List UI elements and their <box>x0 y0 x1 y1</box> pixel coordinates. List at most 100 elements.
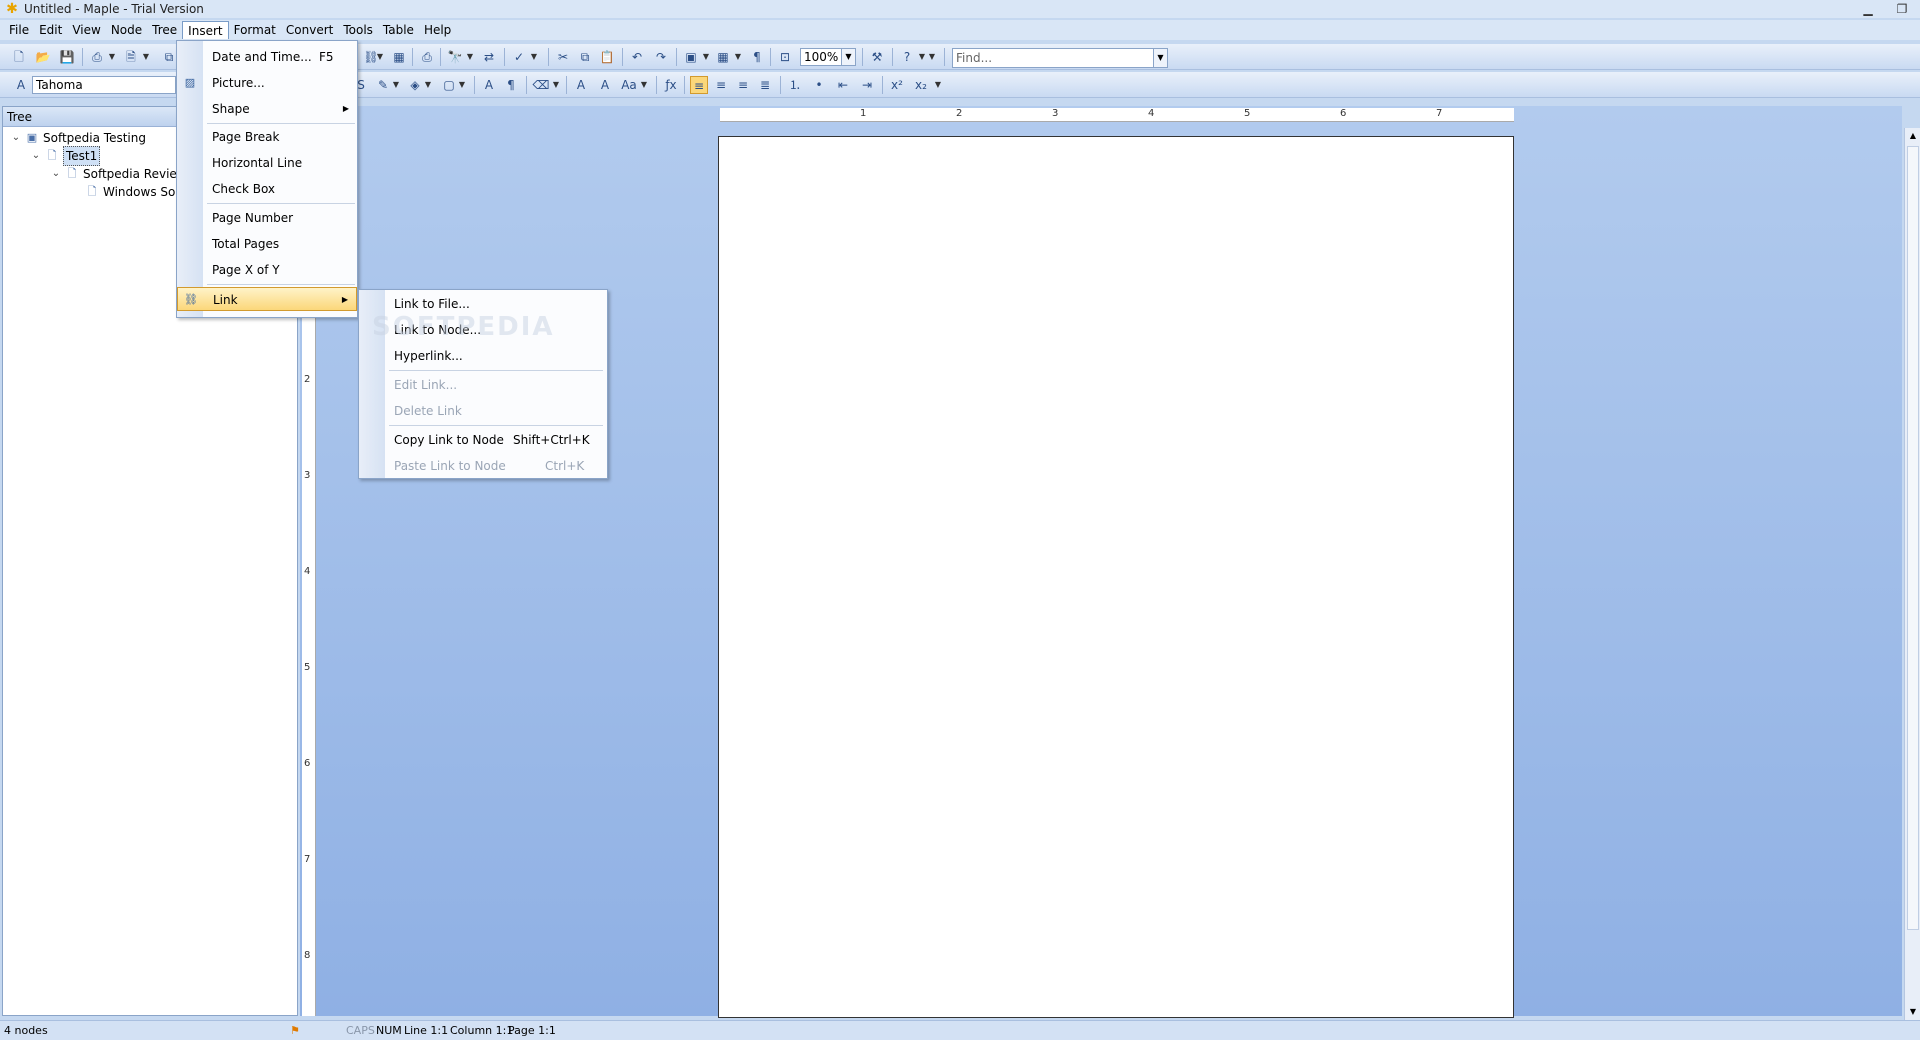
increase-indent-icon[interactable]: ⇥ <box>858 76 876 94</box>
save-icon[interactable]: 💾 <box>58 48 76 66</box>
new-document-icon[interactable]: 🗋 <box>10 48 28 66</box>
font-name-select[interactable]: Tahoma <box>32 76 176 94</box>
menu-item-shape[interactable]: Shape ▶ <box>177 97 357 121</box>
clear-format-icon[interactable]: ⌫ <box>532 76 550 94</box>
spellcheck-icon[interactable]: ✓ <box>510 48 528 66</box>
tree-node[interactable]: ⌄ 🗋 Softpedia Revie <box>49 165 177 183</box>
superscript-icon[interactable]: x² <box>888 76 906 94</box>
link-dropdown-icon[interactable]: ▼ <box>376 48 384 66</box>
menu-item-page-break[interactable]: Page Break <box>177 125 357 149</box>
align-right-icon[interactable]: ≡ <box>734 76 752 94</box>
zoom-icon[interactable]: ⊡ <box>776 48 794 66</box>
help-dropdown-icon[interactable]: ▼ <box>918 48 926 66</box>
tree-node[interactable]: ⌄ ▣ Softpedia Testing <box>9 129 146 147</box>
insert-table-icon[interactable]: ▦ <box>714 48 732 66</box>
function-icon[interactable]: ƒx <box>662 76 680 94</box>
zoom-dropdown-icon[interactable]: ▼ <box>842 48 856 66</box>
menu-help[interactable]: Help <box>419 21 456 39</box>
tools-icon[interactable]: ⚒ <box>868 48 886 66</box>
find-input-dropdown-icon[interactable]: ▼ <box>1154 48 1168 68</box>
menu-edit[interactable]: Edit <box>34 21 67 39</box>
decrease-indent-icon[interactable]: ⇤ <box>834 76 852 94</box>
find-input[interactable]: Find... <box>952 48 1154 68</box>
horizontal-ruler[interactable]: 1 2 3 4 5 6 7 <box>720 108 1514 122</box>
font-style-icon[interactable]: A <box>12 76 30 94</box>
menu-item-edit-link[interactable]: Edit Link... <box>359 372 607 398</box>
minimize-icon[interactable]: ▁ <box>1858 0 1878 18</box>
copy-icon[interactable]: ⧉ <box>576 48 594 66</box>
font-italic-a-icon[interactable]: A <box>480 76 498 94</box>
menu-tree[interactable]: Tree <box>147 21 182 39</box>
tree-node[interactable]: 🗋 Windows So <box>69 183 176 201</box>
menu-table[interactable]: Table <box>378 21 419 39</box>
borders-icon[interactable]: ▢ <box>440 76 458 94</box>
menu-item-delete-link[interactable]: Delete Link <box>359 398 607 424</box>
scrollbar-thumb[interactable] <box>1907 146 1919 930</box>
find-binoculars-icon[interactable]: 🔭 <box>446 48 464 66</box>
insert-object-dropdown-icon[interactable]: ▼ <box>702 48 710 66</box>
scroll-up-icon[interactable]: ▲ <box>1905 128 1920 144</box>
paste-icon[interactable]: 📋 <box>598 48 616 66</box>
print-icon[interactable]: ⎙ <box>88 48 106 66</box>
menu-convert[interactable]: Convert <box>281 21 338 39</box>
find-dropdown-icon[interactable]: ▼ <box>466 48 474 66</box>
open-folder-icon[interactable]: 📂 <box>34 48 52 66</box>
vertical-scrollbar[interactable]: ▲ ▼ <box>1904 128 1920 1020</box>
collapse-icon[interactable]: ⌄ <box>49 165 63 183</box>
align-left-icon[interactable]: ≡ <box>690 76 708 94</box>
menu-node[interactable]: Node <box>106 21 147 39</box>
menu-item-link[interactable]: ⛓ Link ▶ <box>177 287 357 311</box>
menu-item-page-number[interactable]: Page Number <box>177 206 357 230</box>
paragraph-mark-icon[interactable]: ¶ <box>502 76 520 94</box>
menu-item-check-box[interactable]: Check Box <box>177 177 357 201</box>
collapse-icon[interactable]: ⌄ <box>9 129 23 147</box>
grow-font-icon[interactable]: A <box>572 76 590 94</box>
numbered-list-icon[interactable]: ⒈ <box>786 76 804 94</box>
fill-dropdown-icon[interactable]: ▼ <box>424 76 432 94</box>
preview-dropdown-icon[interactable]: ▼ <box>142 48 150 66</box>
restore-icon[interactable]: ❐ <box>1892 0 1912 18</box>
subscript-icon[interactable]: x₂ <box>912 76 930 94</box>
menu-file[interactable]: File <box>4 21 34 39</box>
print-dropdown-icon[interactable]: ▼ <box>108 48 116 66</box>
print-preview-icon[interactable]: 🗎 <box>122 48 140 66</box>
justify-icon[interactable]: ≣ <box>756 76 774 94</box>
format-toolbar-options-icon[interactable]: ▼ <box>934 76 942 94</box>
borders-dropdown-icon[interactable]: ▼ <box>458 76 466 94</box>
clear-format-dropdown-icon[interactable]: ▼ <box>552 76 560 94</box>
fill-color-icon[interactable]: ◈ <box>406 76 424 94</box>
menu-tools[interactable]: Tools <box>338 21 378 39</box>
insert-object-icon[interactable]: ▣ <box>682 48 700 66</box>
show-formatting-icon[interactable]: ¶ <box>748 48 766 66</box>
highlight-color-icon[interactable]: ✎ <box>374 76 392 94</box>
undo-icon[interactable]: ↶ <box>628 48 646 66</box>
bullet-list-icon[interactable]: • <box>810 76 828 94</box>
document-page[interactable] <box>718 136 1514 1018</box>
table-grid-icon[interactable]: ▦ <box>390 48 408 66</box>
vertical-ruler[interactable]: 2 3 4 5 6 7 8 <box>302 316 316 1016</box>
print-icon-2[interactable]: ⎙ <box>418 48 436 66</box>
change-case-dropdown-icon[interactable]: ▼ <box>640 76 648 94</box>
change-case-icon[interactable]: Aa <box>620 76 638 94</box>
shrink-font-icon[interactable]: A <box>596 76 614 94</box>
menu-item-picture[interactable]: ▨ Picture... <box>177 71 357 95</box>
menu-item-paste-link-to-node[interactable]: Paste Link to Node Ctrl+K <box>359 453 607 479</box>
menu-item-total-pages[interactable]: Total Pages <box>177 232 357 256</box>
menu-item-hyperlink[interactable]: Hyperlink... <box>359 343 607 369</box>
toolbar-options-icon[interactable]: ▼ <box>928 48 936 66</box>
menu-item-copy-link-to-node[interactable]: Copy Link to Node Shift+Ctrl+K <box>359 427 607 453</box>
collapse-icon[interactable]: ⌄ <box>29 147 43 165</box>
menu-format[interactable]: Format <box>229 21 281 39</box>
help-icon[interactable]: ? <box>898 48 916 66</box>
zoom-select[interactable]: 100% <box>800 48 842 66</box>
insert-table-dropdown-icon[interactable]: ▼ <box>734 48 742 66</box>
menu-view[interactable]: View <box>67 21 105 39</box>
scroll-down-icon[interactable]: ▼ <box>1905 1004 1920 1020</box>
menu-item-horizontal-line[interactable]: Horizontal Line <box>177 151 357 175</box>
align-center-icon[interactable]: ≡ <box>712 76 730 94</box>
menu-insert[interactable]: Insert <box>182 21 229 39</box>
highlight-dropdown-icon[interactable]: ▼ <box>392 76 400 94</box>
tree-node[interactable]: ⌄ 🗋 Test1 <box>29 146 101 166</box>
menu-item-page-x-of-y[interactable]: Page X of Y <box>177 258 357 282</box>
menu-item-date-time[interactable]: Date and Time... F5 <box>177 45 357 69</box>
